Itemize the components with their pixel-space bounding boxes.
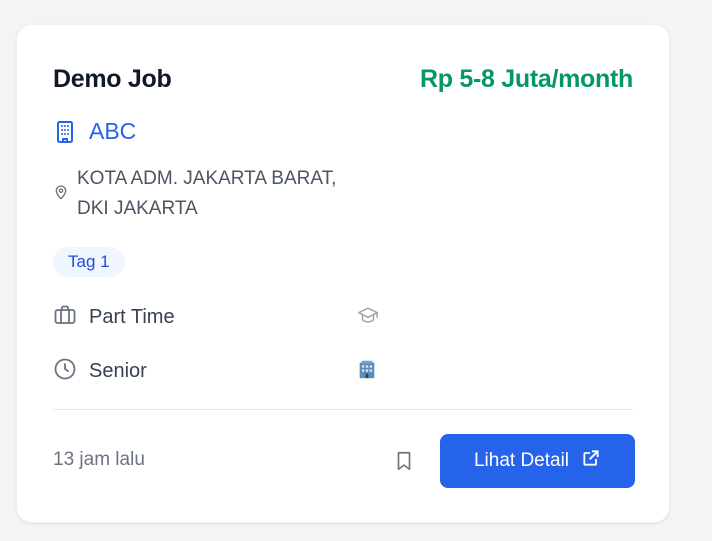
- tag-badge: Tag 1: [53, 247, 125, 277]
- graduation-cap-icon: [356, 304, 380, 331]
- posted-time: 13 jam lalu: [53, 449, 145, 470]
- location-line-2: DKI JAKARTA: [77, 198, 198, 219]
- briefcase-icon: [53, 303, 77, 332]
- location-text: KOTA ADM. JAKARTA BARAT, DKI JAKARTA: [77, 164, 397, 224]
- card-divider: [53, 409, 633, 410]
- view-detail-button[interactable]: Lihat Detail: [440, 434, 635, 488]
- level-label: Senior: [89, 360, 147, 382]
- building-icon: [53, 120, 77, 144]
- company-name[interactable]: ABC: [89, 118, 136, 145]
- level-row: Senior: [53, 357, 147, 386]
- office-building-icon: [356, 358, 378, 385]
- location-line-1: KOTA ADM. JAKARTA BARAT,: [77, 168, 337, 189]
- company-link[interactable]: ABC: [53, 118, 136, 145]
- salary-label: Rp 5-8 Juta/month: [420, 65, 633, 93]
- external-link-icon: [581, 448, 601, 474]
- clock-icon: [53, 357, 77, 386]
- bookmark-icon[interactable]: [393, 449, 415, 478]
- view-detail-label[interactable]: Lihat Detail: [474, 450, 569, 472]
- job-location: KOTA ADM. JAKARTA BARAT, DKI JAKARTA: [53, 164, 397, 224]
- map-pin-icon: [53, 184, 69, 205]
- job-type-row: Part Time: [53, 303, 175, 332]
- job-type-label: Part Time: [89, 306, 175, 328]
- job-card[interactable]: Demo Job Rp 5-8 Juta/month ABC KOTA ADM.…: [16, 24, 670, 523]
- job-title[interactable]: Demo Job: [53, 65, 172, 94]
